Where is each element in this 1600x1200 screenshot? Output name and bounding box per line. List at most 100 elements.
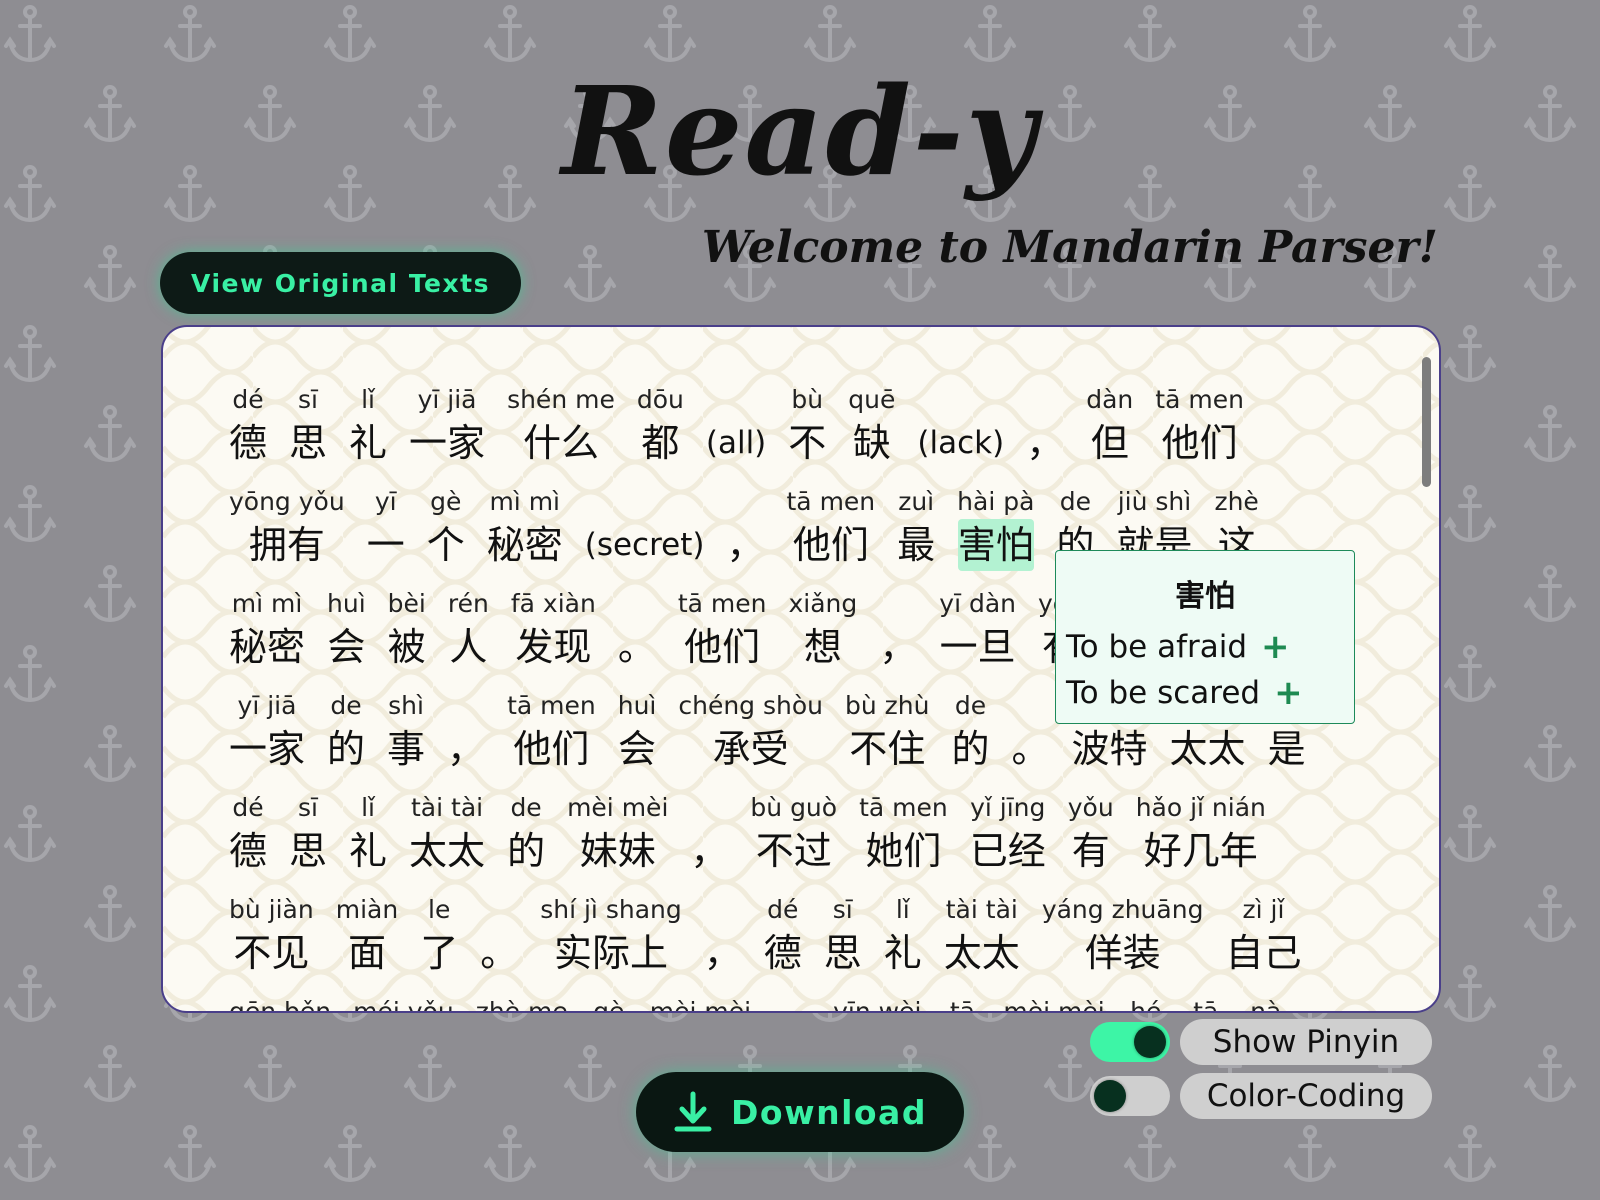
definition-text: To be scared	[1066, 675, 1261, 711]
word-token[interactable]: bù 不	[788, 383, 826, 469]
plus-icon[interactable]: +	[1261, 627, 1290, 667]
word-token[interactable]: yī jiā 一家	[229, 689, 305, 775]
reader-scrollbar[interactable]	[1422, 357, 1431, 487]
word-token[interactable]: yōng yǒu 拥有	[229, 485, 345, 571]
word-token[interactable]: gè个	[590, 995, 628, 1011]
hanzi-text: 。	[617, 625, 656, 669]
word-token[interactable]: quē 缺	[848, 383, 895, 469]
color-coding-toggle[interactable]	[1090, 1076, 1170, 1116]
word-token[interactable]: gēn běn根本	[229, 995, 331, 1011]
plus-icon[interactable]: +	[1274, 673, 1303, 713]
word-token[interactable]: le 了	[420, 893, 458, 979]
word-token[interactable]: yī jiā 一家	[409, 383, 485, 469]
word-token[interactable]: rén 人	[448, 587, 489, 673]
word-token[interactable]: tā men 他们	[507, 689, 596, 775]
word-token[interactable]: tā men 他们	[678, 587, 767, 673]
word-token[interactable]: sī 思	[289, 791, 327, 877]
word-token[interactable]: méi yǒu没有	[353, 995, 454, 1011]
word-token[interactable]: zì jǐ 自己	[1225, 893, 1301, 979]
word-token[interactable]: yīn wèi因为	[833, 995, 921, 1011]
word-token[interactable]: yáng zhuāng 佯装	[1042, 893, 1204, 979]
word-token[interactable]: huì 会	[327, 587, 366, 673]
word-token[interactable]: fā xiàn 发现	[511, 587, 596, 673]
word-token[interactable]: mèi mèi妹妹	[567, 791, 668, 877]
word-token[interactable]: sī 思	[289, 383, 327, 469]
word-token[interactable]: bù guò 不过	[750, 791, 837, 877]
word-token[interactable]: tā men 他们	[1155, 383, 1244, 469]
word-token[interactable]: tā men 她们	[859, 791, 948, 877]
word-token[interactable]: lǐ 礼	[884, 893, 922, 979]
word-token[interactable]: lǐ 礼	[349, 383, 387, 469]
word-token[interactable]: (secret)	[585, 485, 705, 571]
word-token[interactable]: yī dàn 一旦	[939, 587, 1016, 673]
word-token[interactable]: hǎo jǐ nián 好几年	[1136, 791, 1266, 877]
word-token[interactable]: dé 德	[764, 893, 802, 979]
word-token[interactable]: dé 德	[229, 383, 267, 469]
word-token[interactable]: zhè me这么	[476, 995, 568, 1011]
show-pinyin-label[interactable]: Show Pinyin	[1180, 1019, 1432, 1065]
word-token[interactable]: tài tài 太太	[409, 791, 485, 877]
pinyin-text: fā xiàn	[510, 589, 596, 618]
word-token[interactable]: ，	[1026, 383, 1064, 469]
word-token[interactable]: yǒu 有	[1068, 791, 1114, 877]
word-token[interactable]: dé 德	[229, 791, 267, 877]
word-token[interactable]: miàn 面	[336, 893, 398, 979]
word-token[interactable]: tā她	[1187, 995, 1225, 1011]
word-token[interactable]: bù zhù 不住	[845, 689, 929, 775]
word-token[interactable]: 。	[618, 587, 656, 673]
pinyin-text: zì jǐ	[1242, 895, 1285, 924]
word-token[interactable]: yǐ jīng 已经	[970, 791, 1046, 877]
word-token[interactable]: mèi mèi妹妹	[650, 995, 751, 1011]
word-token[interactable]: tā她	[943, 995, 981, 1011]
word-token[interactable]: shí jì shang 实际上	[540, 893, 682, 979]
hanzi-text: 礼	[349, 829, 388, 873]
word-token[interactable]: (lack)	[917, 383, 1004, 469]
word-token[interactable]: shén me 什么	[507, 383, 615, 469]
pinyin-text: tài tài	[945, 895, 1018, 924]
download-button[interactable]: Download	[636, 1072, 964, 1152]
word-token[interactable]: de 的	[327, 689, 365, 775]
word-token[interactable]: ，	[447, 689, 485, 775]
word-token[interactable]: tài tài 太太	[944, 893, 1020, 979]
word-token[interactable]: zuì 最	[897, 485, 935, 571]
word-token[interactable]: xiǎng 想	[788, 587, 857, 673]
word-token[interactable]: tā men 他们	[787, 485, 876, 571]
word-token[interactable]: de 的	[952, 689, 990, 775]
word-token[interactable]: ，	[690, 791, 728, 877]
word-token[interactable]: gè个	[427, 485, 465, 571]
word-token[interactable]: shì 事	[387, 689, 425, 775]
word-token[interactable]: bù jiàn 不见	[229, 893, 314, 979]
word-token[interactable]: hài pà 害怕	[957, 485, 1034, 571]
word-token[interactable]: chéng shòu 承受	[678, 689, 823, 775]
word-token[interactable]: de 的	[507, 791, 545, 877]
word-token[interactable]: (all)	[706, 383, 766, 469]
app-subtitle: Welcome to Mandarin Parser!	[701, 222, 1438, 273]
word-token[interactable]: ，	[879, 587, 917, 673]
definition-text: To be afraid	[1066, 629, 1248, 665]
word-token[interactable]: 。	[480, 893, 518, 979]
word-token[interactable]: dōu 都	[637, 383, 684, 469]
word-token[interactable]: ，	[704, 893, 742, 979]
word-token[interactable]: bèi 被	[388, 587, 426, 673]
word-token[interactable]: yī 一	[367, 485, 405, 571]
color-coding-label[interactable]: Color-Coding	[1180, 1073, 1432, 1119]
word-token[interactable]: huì 会	[618, 689, 657, 775]
pinyin-text: le	[428, 895, 451, 924]
pinyin-text: bù zhù	[845, 691, 930, 720]
word-token[interactable]: dàn 但	[1086, 383, 1133, 469]
word-token[interactable]: hé和	[1127, 995, 1165, 1011]
pinyin-text: dé	[767, 895, 799, 924]
word-token[interactable]: ，	[773, 995, 811, 1011]
word-token[interactable]: mèi mèi妹妹	[1003, 995, 1104, 1011]
reader-line: gēn běn根本 méi yǒu没有 zhè me这么 gè个 mèi mèi妹妹 ， y…	[229, 979, 1328, 1011]
view-original-texts-button[interactable]: View Original Texts	[160, 252, 521, 314]
pinyin-text: yī jiā	[417, 385, 477, 414]
word-token[interactable]: lǐ 礼	[349, 791, 387, 877]
word-token[interactable]: 。	[1012, 689, 1050, 775]
word-token[interactable]: mì mì 秘密	[229, 587, 305, 673]
word-token[interactable]: sī 思	[824, 893, 862, 979]
show-pinyin-toggle[interactable]	[1090, 1022, 1170, 1062]
word-token[interactable]: mì mì 秘密	[487, 485, 563, 571]
word-token[interactable]: ，	[726, 485, 764, 571]
word-token[interactable]: nà那	[1247, 995, 1285, 1011]
